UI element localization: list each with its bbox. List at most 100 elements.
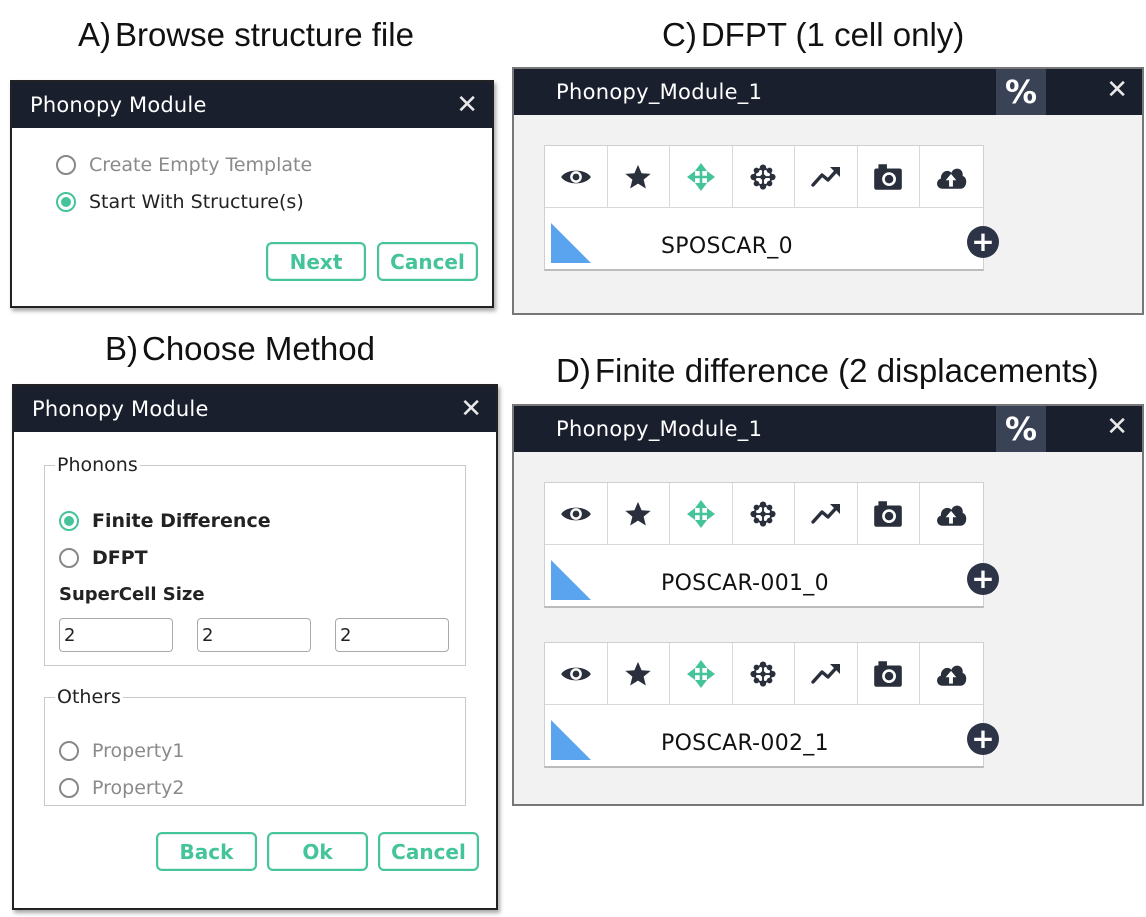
molecule-icon[interactable] xyxy=(733,483,795,545)
caption-d: D) Finite difference (2 displacements) xyxy=(556,352,1099,390)
supercell-y-input[interactable]: 2 xyxy=(197,618,311,652)
percent-button[interactable]: % xyxy=(996,69,1046,115)
option-label: Property1 xyxy=(92,739,185,762)
close-icon[interactable]: ✕ xyxy=(1106,77,1128,103)
dialog-browse-structure: Phonopy Module ✕ Create Empty Template S… xyxy=(10,80,494,308)
module-panel-dfpt: Phonopy_Module_1 % ✕ SPOSCAR_0 + xyxy=(512,67,1144,315)
move-icon[interactable] xyxy=(670,483,733,545)
caption-b-text: Choose Method xyxy=(142,330,375,367)
module-header: Phonopy_Module_1 % ✕ xyxy=(514,406,1142,452)
cloud-upload-icon[interactable] xyxy=(920,483,983,545)
structure-toolbar xyxy=(545,643,983,705)
structure-card: POSCAR-001_0 + xyxy=(544,482,999,608)
eye-icon[interactable] xyxy=(545,643,608,705)
structure-name: SPOSCAR_0 xyxy=(661,234,793,259)
dialog-choose-method: Phonopy Module ✕ Phonons Finite Differen… xyxy=(12,384,498,910)
supercell-z-input[interactable]: 2 xyxy=(335,618,449,652)
phonons-group: Phonons Finite Difference DFPT SuperCell… xyxy=(44,454,466,666)
structure-triangle-icon xyxy=(551,223,591,263)
dialog-title: Phonopy Module xyxy=(32,397,209,421)
caption-a: A) Browse structure file xyxy=(78,16,414,54)
star-icon[interactable] xyxy=(608,643,670,705)
module-header: Phonopy_Module_1 % ✕ xyxy=(514,69,1142,115)
radio-checked-icon[interactable] xyxy=(56,191,76,212)
module-title: Phonopy_Module_1 xyxy=(556,417,763,441)
trend-icon[interactable] xyxy=(795,146,858,208)
caption-b: B) Choose Method xyxy=(105,330,375,368)
move-icon[interactable] xyxy=(670,643,733,705)
caption-a-text: Browse structure file xyxy=(115,16,414,53)
radio-icon[interactable] xyxy=(56,154,76,175)
molecule-icon[interactable] xyxy=(733,146,795,208)
eye-icon[interactable] xyxy=(545,146,608,208)
structure-triangle-icon xyxy=(551,720,591,760)
caption-c-letter: C) xyxy=(662,16,697,53)
option-dfpt[interactable]: DFPT xyxy=(59,539,271,576)
others-legend: Others xyxy=(57,686,121,708)
camera-icon[interactable] xyxy=(858,643,920,705)
dialog-header: Phonopy Module ✕ xyxy=(12,82,492,128)
radio-icon[interactable] xyxy=(59,740,79,761)
ok-button[interactable]: Ok xyxy=(267,832,368,871)
structure-card: POSCAR-002_1 + xyxy=(544,642,999,768)
option-finite-difference[interactable]: Finite Difference xyxy=(59,502,271,539)
radio-icon[interactable] xyxy=(59,547,79,568)
camera-icon[interactable] xyxy=(858,146,920,208)
cancel-button[interactable]: Cancel xyxy=(378,832,479,871)
supercell-x-input[interactable]: 2 xyxy=(59,618,173,652)
option-start-with-structures[interactable]: Start With Structure(s) xyxy=(56,183,312,220)
percent-button[interactable]: % xyxy=(996,406,1046,452)
star-icon[interactable] xyxy=(608,146,670,208)
caption-c-text: DFPT (1 cell only) xyxy=(700,16,965,53)
back-button[interactable]: Back xyxy=(156,832,257,871)
other-options: Property1 Property2 xyxy=(59,732,185,806)
option-property2[interactable]: Property2 xyxy=(59,769,185,806)
next-button[interactable]: Next xyxy=(266,242,366,281)
module-title: Phonopy_Module_1 xyxy=(556,80,763,104)
close-icon[interactable]: ✕ xyxy=(1106,414,1128,440)
phonons-legend: Phonons xyxy=(57,454,138,476)
caption-d-letter: D) xyxy=(556,352,591,389)
caption-a-letter: A) xyxy=(78,16,111,53)
option-property1[interactable]: Property1 xyxy=(59,732,185,769)
cloud-upload-icon[interactable] xyxy=(920,643,983,705)
dialog-title: Phonopy Module xyxy=(30,93,207,117)
method-options: Finite Difference DFPT xyxy=(59,502,271,576)
move-icon[interactable] xyxy=(670,146,733,208)
structure-toolbar xyxy=(545,146,983,208)
template-options: Create Empty Template Start With Structu… xyxy=(56,146,312,220)
trend-icon[interactable] xyxy=(795,643,858,705)
add-icon[interactable]: + xyxy=(967,723,999,755)
structure-name: POSCAR-001_0 xyxy=(661,571,829,596)
trend-icon[interactable] xyxy=(795,483,858,545)
radio-checked-icon[interactable] xyxy=(59,510,79,531)
structure-triangle-icon xyxy=(551,560,591,600)
star-icon[interactable] xyxy=(608,483,670,545)
structure-name: POSCAR-002_1 xyxy=(661,731,829,756)
structure-toolbar xyxy=(545,483,983,545)
close-icon[interactable]: ✕ xyxy=(456,92,478,118)
option-label: DFPT xyxy=(92,546,148,569)
cloud-upload-icon[interactable] xyxy=(920,146,983,208)
option-label: Create Empty Template xyxy=(89,153,313,176)
molecule-icon[interactable] xyxy=(733,643,795,705)
others-group: Others Property1 Property2 xyxy=(44,686,466,806)
option-create-empty-template[interactable]: Create Empty Template xyxy=(56,146,312,183)
dialog-header: Phonopy Module ✕ xyxy=(14,386,496,432)
caption-c: C) DFPT (1 cell only) xyxy=(662,16,964,54)
camera-icon[interactable] xyxy=(858,483,920,545)
caption-b-letter: B) xyxy=(105,330,138,367)
radio-icon[interactable] xyxy=(59,777,79,798)
structure-card: SPOSCAR_0 + xyxy=(544,145,999,271)
option-label: Start With Structure(s) xyxy=(89,190,304,213)
eye-icon[interactable] xyxy=(545,483,608,545)
caption-d-text: Finite difference (2 displacements) xyxy=(594,352,1099,389)
cancel-button[interactable]: Cancel xyxy=(377,242,478,281)
option-label: Property2 xyxy=(92,776,185,799)
supercell-label: SuperCell Size xyxy=(59,584,205,605)
add-icon[interactable]: + xyxy=(967,226,999,258)
option-label: Finite Difference xyxy=(92,509,271,532)
module-panel-finite-difference: Phonopy_Module_1 % ✕ POSCAR-001_0 + POSC xyxy=(512,404,1144,806)
add-icon[interactable]: + xyxy=(967,563,999,595)
close-icon[interactable]: ✕ xyxy=(460,396,482,422)
